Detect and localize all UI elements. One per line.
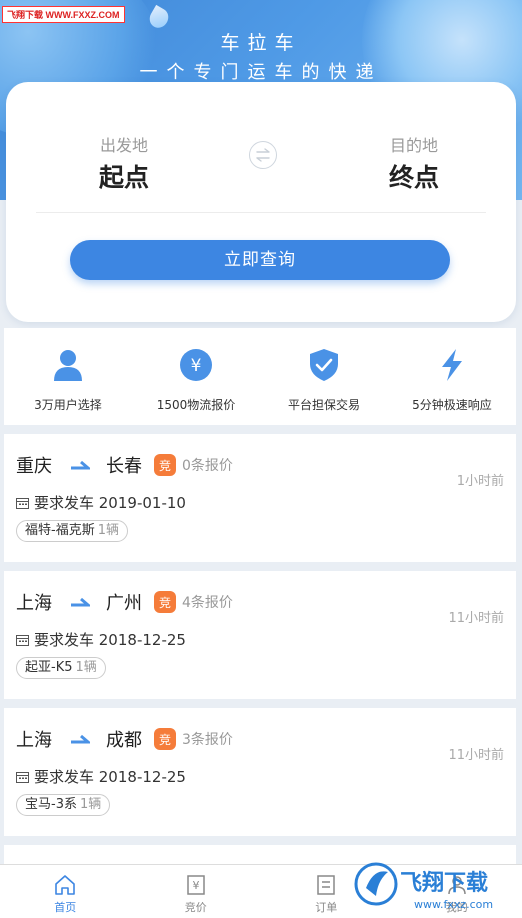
lightning-icon	[435, 348, 469, 382]
car-model: 福特-福克斯	[25, 523, 95, 538]
user-icon	[51, 348, 85, 382]
svg-text:www.fxxz.com: www.fxxz.com	[414, 898, 493, 911]
order-card[interactable]: 上海 成都 竞 3条报价 11小时前 要求发车 2018-12-25 宝马-3系…	[4, 708, 516, 836]
feature-quotes: ¥ 1500物流报价	[132, 328, 260, 425]
destination-selector[interactable]: 目的地 终点	[334, 132, 494, 194]
route-arrow-icon	[71, 734, 90, 744]
car-tag: 起亚-K5 1辆	[16, 657, 106, 679]
query-button[interactable]: 立即查询	[70, 240, 450, 280]
calendar-icon	[16, 634, 29, 646]
feature-label: 1500物流报价	[156, 398, 236, 412]
yen-icon: ¥	[179, 348, 213, 382]
car-tag: 宝马-3系 1辆	[16, 794, 111, 816]
date-text: 要求发车 2018-12-25	[34, 768, 186, 786]
origin-label: 出发地	[99, 136, 148, 155]
bid-count: 3条报价	[182, 732, 233, 748]
car-model: 起亚-K5	[25, 660, 73, 675]
destination-city: 广州	[106, 593, 142, 614]
bid-count: 4条报价	[182, 595, 233, 611]
route: 上海 成都 竞 3条报价	[16, 726, 233, 752]
svg-text:飞翔下载: 飞翔下载	[400, 870, 488, 896]
car-model: 宝马-3系	[25, 797, 77, 812]
route-arrow-icon	[71, 460, 90, 470]
nav-label: 订单	[315, 901, 338, 914]
divider	[36, 212, 486, 213]
route: 上海 广州 竞 4条报价	[16, 589, 233, 615]
feature-users: 3万用户选择	[4, 328, 132, 425]
bid-count: 0条报价	[182, 458, 233, 474]
time-ago: 1小时前	[456, 474, 504, 489]
destination-city: 长春	[106, 456, 142, 477]
svg-text:¥: ¥	[191, 356, 202, 376]
date-text: 要求发车 2019-01-10	[34, 494, 186, 512]
swap-icon[interactable]	[249, 141, 277, 169]
origin-city: 上海	[16, 593, 52, 614]
nav-label: 竞价	[184, 901, 207, 914]
bid-icon: ¥	[187, 875, 205, 895]
car-count: 1辆	[97, 523, 119, 538]
calendar-icon	[16, 771, 29, 783]
car-tag: 福特-福克斯 1辆	[16, 520, 128, 542]
app-subtitle: 一个专门运车的快递	[139, 62, 383, 83]
car-count: 1辆	[75, 660, 97, 675]
time-ago: 11小时前	[448, 611, 504, 626]
orders-icon	[317, 875, 335, 895]
bid-badge: 竞	[154, 591, 176, 613]
departure-date: 要求发车 2019-01-10	[16, 492, 186, 513]
order-card[interactable]: 重庆 长春 竞 0条报价 1小时前 要求发车 2019-01-10 福特-福克斯…	[4, 434, 516, 562]
departure-date: 要求发车 2018-12-25	[16, 766, 186, 787]
feature-label: 5分钟极速响应	[412, 398, 492, 412]
date-text: 要求发车 2018-12-25	[34, 631, 186, 649]
nav-bid[interactable]: ¥ 竞价	[131, 865, 262, 918]
destination-city: 成都	[106, 730, 142, 751]
calendar-icon	[16, 497, 29, 509]
shield-check-icon	[307, 348, 341, 382]
order-card[interactable]: 上海 广州 竞 4条报价 11小时前 要求发车 2018-12-25 起亚-K5…	[4, 571, 516, 699]
bid-badge: 竞	[154, 454, 176, 476]
watermark-logo: 飞翔下载 www.fxxz.com	[354, 862, 493, 911]
nav-home[interactable]: 首页	[0, 865, 131, 918]
nav-label: 首页	[54, 901, 77, 914]
time-ago: 11小时前	[448, 748, 504, 763]
bid-badge: 竞	[154, 728, 176, 750]
route-arrow-icon	[71, 597, 90, 607]
search-card: 出发地 起点 目的地 终点 立即查询	[6, 82, 516, 322]
features-row: 3万用户选择 ¥ 1500物流报价 平台担保交易 5分钟极速响应	[4, 328, 516, 425]
origin-value: 起点	[98, 163, 149, 192]
home-icon	[55, 875, 76, 895]
destination-label: 目的地	[389, 136, 438, 155]
route: 重庆 长春 竞 0条报价	[16, 452, 233, 478]
feature-label: 3万用户选择	[34, 398, 102, 412]
feature-guarantee: 平台担保交易	[260, 328, 388, 425]
origin-city: 上海	[16, 730, 52, 751]
origin-city: 重庆	[16, 456, 52, 477]
origin-selector[interactable]: 出发地 起点	[44, 132, 204, 194]
car-count: 1辆	[79, 797, 102, 812]
feature-fast: 5分钟极速响应	[388, 328, 516, 425]
departure-date: 要求发车 2018-12-25	[16, 629, 186, 650]
svg-text:¥: ¥	[192, 879, 199, 892]
feature-label: 平台担保交易	[287, 398, 360, 412]
app-title: 车拉车	[220, 32, 302, 54]
site-watermark: 飞翔下载 WWW.FXXZ.COM	[2, 6, 125, 23]
destination-value: 终点	[388, 163, 439, 192]
